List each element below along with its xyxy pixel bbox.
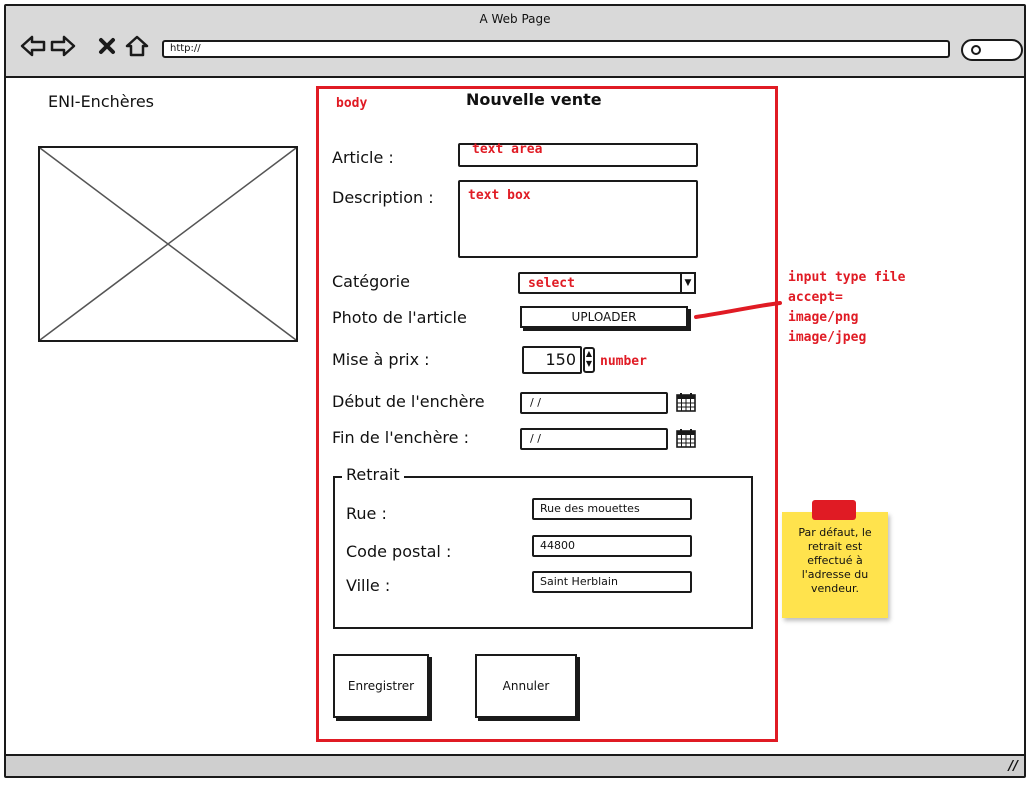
title-bar: A Web Page http:// — [6, 6, 1024, 78]
close-icon[interactable] — [94, 34, 120, 58]
start-date-input[interactable]: / / — [520, 392, 668, 414]
postal-code-input[interactable]: 44800 — [532, 535, 692, 557]
city-input[interactable]: Saint Herblain — [532, 571, 692, 593]
street-input[interactable]: Rue des mouettes — [532, 498, 692, 520]
file-input-annotation-line: input type file — [788, 270, 906, 285]
end-date-input[interactable]: / / — [520, 428, 668, 450]
price-label: Mise à prix : — [332, 350, 430, 369]
save-label: Enregistrer — [347, 679, 415, 693]
status-bar: // — [6, 754, 1024, 776]
sticky-note: Par défaut, le retrait est effectué à l'… — [782, 512, 888, 618]
price-input[interactable]: 150 — [522, 346, 582, 374]
description-label: Description : — [332, 188, 434, 207]
forward-arrow-icon[interactable] — [50, 34, 76, 58]
city-label: Ville : — [346, 576, 391, 595]
city-value: Saint Herblain — [540, 575, 618, 588]
cancel-button[interactable]: Annuler — [475, 654, 577, 718]
article-label: Article : — [332, 148, 394, 167]
file-input-annotation-line: accept= — [788, 290, 843, 305]
image-placeholder-icon — [38, 146, 298, 342]
start-date-label: Début de l'enchère — [332, 392, 485, 411]
end-date-label: Fin de l'enchère : — [332, 428, 469, 447]
category-label: Catégorie — [332, 272, 410, 291]
description-annotation: text box — [468, 188, 531, 203]
body-annotation: body — [336, 96, 368, 111]
page-title: Nouvelle vente — [466, 90, 602, 109]
price-annotation: number — [600, 354, 647, 369]
home-icon[interactable] — [124, 34, 150, 58]
address-bar[interactable]: http:// — [162, 40, 950, 58]
cancel-label: Annuler — [502, 679, 550, 693]
price-value: 150 — [545, 350, 576, 369]
street-label: Rue : — [346, 504, 387, 523]
window-title: A Web Page — [479, 12, 551, 26]
search-icon — [971, 45, 981, 55]
file-input-annotation-line: image/jpeg — [788, 330, 867, 345]
street-value: Rue des mouettes — [540, 502, 640, 515]
uploader-button[interactable]: UPLOADER — [520, 306, 688, 328]
site-brand[interactable]: ENI-Enchères — [48, 92, 154, 111]
photo-label: Photo de l'article — [332, 308, 467, 327]
back-arrow-icon[interactable] — [20, 34, 46, 58]
postal-code-value: 44800 — [540, 539, 575, 552]
sticky-note-text: Par défaut, le retrait est effectué à l'… — [798, 526, 872, 595]
file-input-annotation-line: image/png — [788, 310, 859, 325]
number-stepper[interactable]: ▲ ▼ — [583, 347, 595, 373]
tape-icon — [812, 500, 856, 520]
uploader-label: UPLOADER — [571, 310, 637, 324]
withdrawal-legend: Retrait — [342, 465, 404, 484]
postal-code-label: Code postal : — [346, 542, 452, 561]
search-button[interactable] — [961, 39, 1023, 61]
category-annotation: select — [528, 276, 575, 291]
file-input-annotation: input type file accept= image/png image/… — [788, 268, 905, 348]
address-text: http:// — [170, 43, 201, 54]
calendar-icon[interactable] — [676, 428, 696, 448]
start-date-value: / / — [530, 396, 541, 409]
save-button[interactable]: Enregistrer — [333, 654, 429, 718]
resize-grip-icon[interactable]: // — [1009, 759, 1019, 774]
end-date-value: / / — [530, 432, 541, 445]
chevron-down-icon[interactable]: ▼ — [680, 272, 696, 294]
article-annotation: text area — [472, 142, 543, 157]
calendar-icon[interactable] — [676, 392, 696, 412]
